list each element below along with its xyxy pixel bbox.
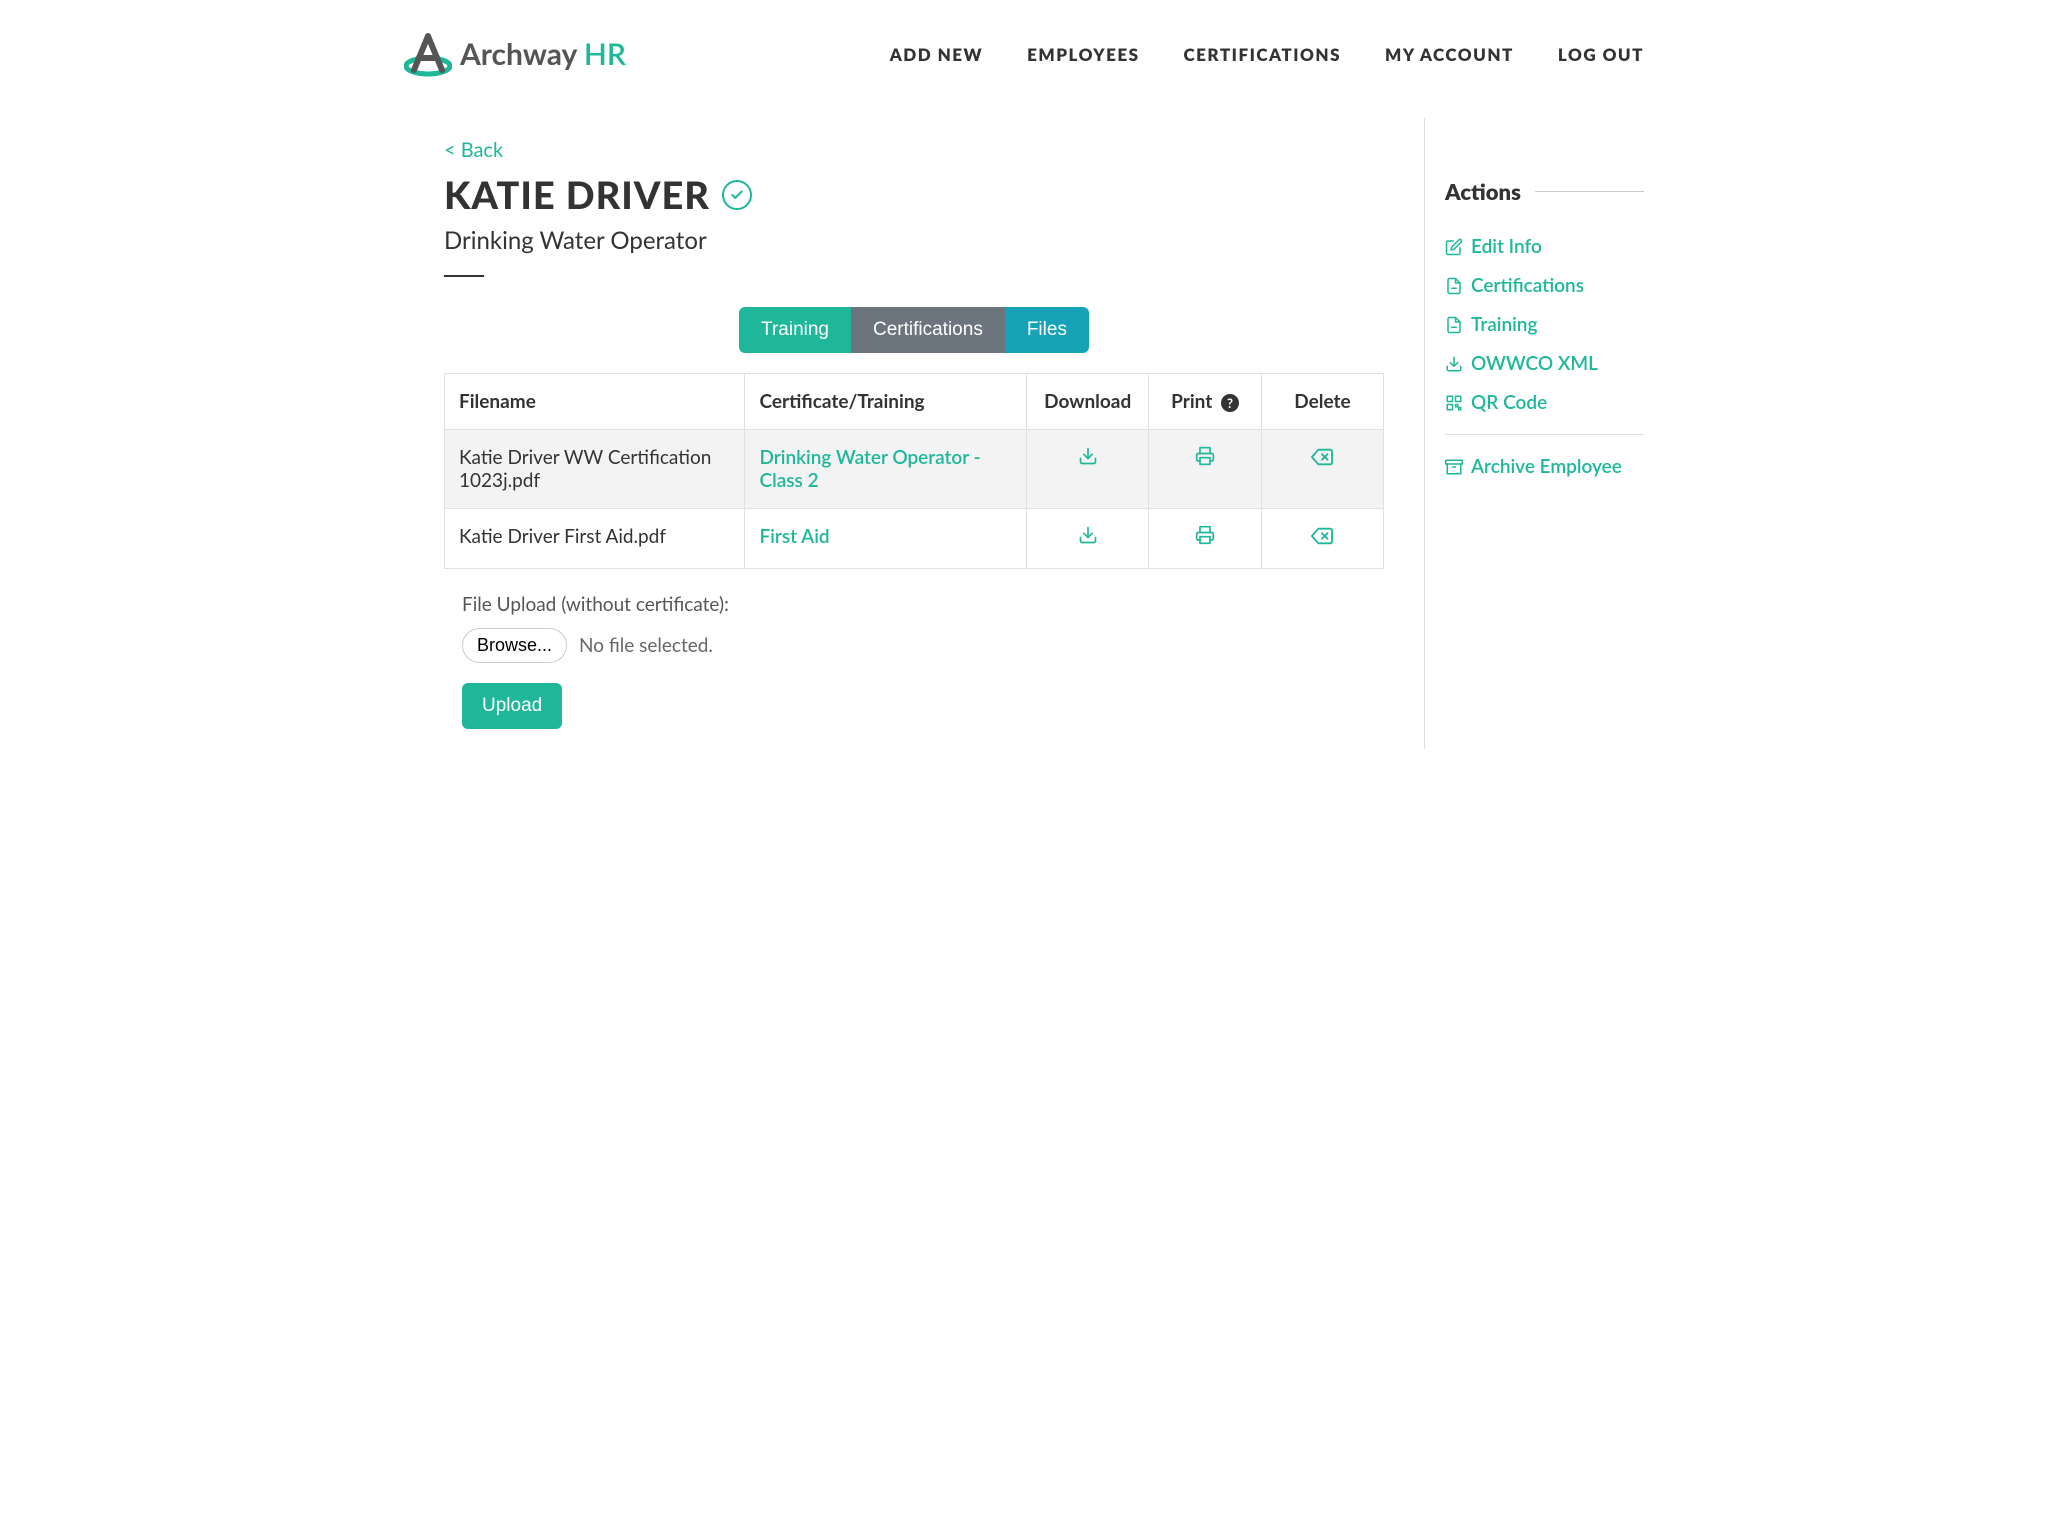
logo-text: Archway HR bbox=[460, 36, 626, 72]
download-icon bbox=[1445, 355, 1463, 373]
file-training-icon bbox=[1445, 316, 1463, 334]
sidebar: Actions Edit Info Certifications Trainin… bbox=[1424, 118, 1644, 749]
back-link[interactable]: < Back bbox=[444, 138, 503, 162]
cert-link[interactable]: Drinking Water Operator - Class 2 bbox=[759, 446, 980, 492]
archive-icon bbox=[1445, 458, 1463, 476]
print-icon[interactable] bbox=[1195, 446, 1215, 466]
delete-icon[interactable] bbox=[1311, 525, 1333, 547]
print-icon[interactable] bbox=[1195, 525, 1215, 545]
upload-section: File Upload (without certificate): Brows… bbox=[444, 593, 1384, 729]
file-cert-icon bbox=[1445, 277, 1463, 295]
logo[interactable]: Archway HR bbox=[404, 30, 626, 78]
logo-icon bbox=[404, 30, 452, 78]
nav-employees[interactable]: Employees bbox=[1027, 44, 1139, 65]
download-icon[interactable] bbox=[1078, 446, 1098, 466]
content-area: < Back Katie Driver Drinking Water Opera… bbox=[404, 118, 1424, 749]
qr-icon bbox=[1445, 394, 1463, 412]
nav-my-account[interactable]: My Account bbox=[1385, 44, 1514, 65]
help-icon[interactable]: ? bbox=[1221, 394, 1239, 412]
upload-label: File Upload (without certificate): bbox=[462, 593, 1384, 616]
action-training[interactable]: Training bbox=[1445, 313, 1644, 336]
file-input-row: Browse... No file selected. bbox=[462, 628, 1384, 663]
download-icon[interactable] bbox=[1078, 525, 1098, 545]
table-row: Katie Driver First Aid.pdf First Aid bbox=[445, 509, 1384, 569]
edit-icon bbox=[1445, 238, 1463, 256]
action-edit-info[interactable]: Edit Info bbox=[1445, 235, 1644, 258]
col-download: Download bbox=[1027, 374, 1149, 430]
nav-add-new[interactable]: Add New bbox=[890, 44, 983, 65]
title-divider bbox=[444, 275, 484, 277]
files-table: Filename Certificate/Training Download P… bbox=[444, 373, 1384, 569]
page-title: Katie Driver bbox=[444, 172, 1384, 218]
action-owwco-xml[interactable]: OWWCO XML bbox=[1445, 352, 1644, 375]
header: Archway HR Add New Employees Certificati… bbox=[404, 0, 1644, 98]
cell-filename: Katie Driver WW Certification 1023j.pdf bbox=[445, 430, 745, 509]
tab-certifications[interactable]: Certifications bbox=[851, 307, 1005, 353]
tab-training[interactable]: Training bbox=[739, 307, 851, 353]
delete-icon[interactable] bbox=[1311, 446, 1333, 468]
nav-log-out[interactable]: Log Out bbox=[1558, 44, 1644, 65]
action-archive-employee[interactable]: Archive Employee bbox=[1445, 455, 1644, 478]
browse-button[interactable]: Browse... bbox=[462, 628, 567, 663]
action-certifications[interactable]: Certifications bbox=[1445, 274, 1644, 297]
actions-title: Actions bbox=[1445, 178, 1644, 205]
col-cert: Certificate/Training bbox=[745, 374, 1027, 430]
action-list: Edit Info Certifications Training OWWCO … bbox=[1445, 235, 1644, 478]
cell-filename: Katie Driver First Aid.pdf bbox=[445, 509, 745, 569]
main-content: < Back Katie Driver Drinking Water Opera… bbox=[404, 98, 1644, 749]
cert-link[interactable]: First Aid bbox=[759, 525, 829, 548]
action-divider bbox=[1445, 434, 1644, 435]
employee-name: Katie Driver bbox=[444, 172, 710, 218]
employee-role: Drinking Water Operator bbox=[444, 226, 1384, 255]
col-print: Print ? bbox=[1149, 374, 1262, 430]
main-nav: Add New Employees Certifications My Acco… bbox=[890, 44, 1644, 65]
verified-icon bbox=[722, 180, 752, 210]
upload-button[interactable]: Upload bbox=[462, 683, 562, 729]
action-qr-code[interactable]: QR Code bbox=[1445, 391, 1644, 414]
tabs: Training Certifications Files bbox=[444, 307, 1384, 353]
nav-certifications[interactable]: Certifications bbox=[1184, 44, 1342, 65]
col-filename: Filename bbox=[445, 374, 745, 430]
tab-files[interactable]: Files bbox=[1005, 307, 1089, 353]
table-row: Katie Driver WW Certification 1023j.pdf … bbox=[445, 430, 1384, 509]
file-status: No file selected. bbox=[579, 634, 713, 657]
col-delete: Delete bbox=[1261, 374, 1383, 430]
